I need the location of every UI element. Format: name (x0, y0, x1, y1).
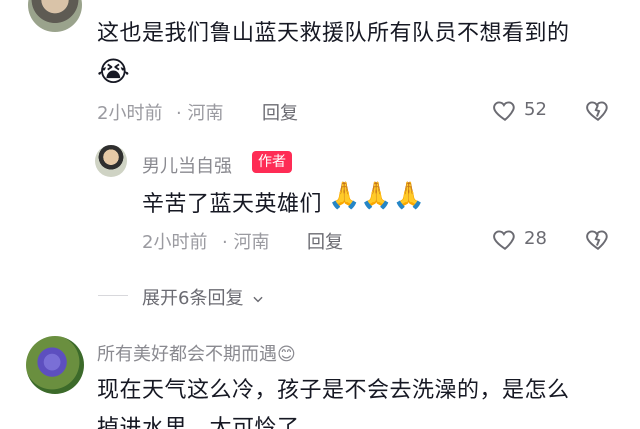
smile-emoji-icon: 😊 (277, 344, 296, 365)
expand-divider (98, 295, 128, 296)
avatar[interactable] (26, 336, 84, 394)
heart-icon[interactable] (492, 226, 518, 252)
reply-text: 辛苦了蓝天英雄们 (142, 192, 323, 217)
username-text: 所有美好都会不期而遇 (97, 344, 277, 365)
reply-reply-button[interactable]: 回复 (307, 228, 343, 254)
reply-username[interactable]: 男儿当自强 (142, 152, 232, 178)
comment-time: 2小时前 (97, 103, 163, 124)
author-badge: 作者 (252, 151, 292, 173)
dislike-icon[interactable] (585, 97, 611, 123)
reply-location: · 河南 (222, 232, 270, 253)
comment-location: · 河南 (176, 103, 224, 124)
avatar[interactable] (28, 0, 82, 32)
reply-time: 2小时前 (142, 232, 208, 253)
comment-text-line1: 现在天气这么冷，孩子是不会去洗澡的，是怎么 (97, 378, 570, 403)
reply-like-count: 28 (524, 228, 547, 249)
dislike-icon[interactable] (585, 226, 611, 252)
reply-avatar[interactable] (95, 145, 127, 177)
reply-button[interactable]: 回复 (262, 99, 298, 125)
expand-replies-button[interactable]: 展开6条回复 (142, 284, 265, 310)
comment-list: 这也是我们鲁山蓝天救援队所有队员不想看到的 😭 2小时前 · 河南 回复 52 … (0, 0, 640, 429)
comment-text: 这也是我们鲁山蓝天救援队所有队员不想看到的 (97, 21, 570, 46)
crying-emoji-icon: 😭 (97, 55, 130, 88)
comment-username[interactable]: 所有美好都会不期而遇😊 (97, 340, 296, 366)
expand-replies-label: 展开6条回复 (142, 288, 244, 309)
chevron-down-icon (253, 296, 263, 303)
heart-icon[interactable] (492, 97, 518, 123)
praying-hands-emoji-icon: 🙏🙏🙏 (328, 181, 426, 211)
like-count: 52 (524, 99, 547, 120)
comment-text-line2: 掉进水里，太可怜了 (97, 416, 300, 429)
